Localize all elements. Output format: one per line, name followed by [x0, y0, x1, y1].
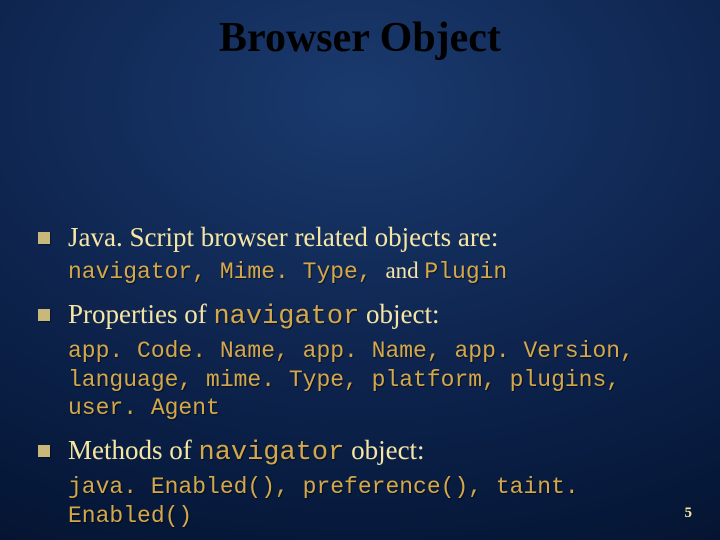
connector-text: and — [385, 258, 424, 283]
bullet-sub-text: navigator, Mime. Type, and Plugin — [68, 257, 692, 287]
square-bullet-icon — [38, 232, 50, 244]
square-bullet-icon — [38, 445, 50, 457]
text-fragment: Methods of — [68, 435, 199, 465]
code-text: navigator — [213, 302, 359, 332]
bullet-item: Methods of navigator object: — [38, 433, 692, 471]
text-fragment: object: — [359, 299, 439, 329]
bullet-item: Java. Script browser related objects are… — [38, 220, 692, 255]
code-text: Plugin — [424, 259, 507, 285]
bullet-sub-text: java. Enabled(), preference(), taint. En… — [68, 473, 692, 531]
slide-title: Browser Object — [0, 0, 720, 62]
code-text: navigator — [199, 438, 345, 468]
bullet-text: Java. Script browser related objects are… — [68, 220, 498, 255]
code-text: navigator, Mime. Type, — [68, 259, 385, 285]
bullet-text: Methods of navigator object: — [68, 433, 425, 471]
bullet-text: Properties of navigator object: — [68, 297, 440, 335]
bullet-sub-text: app. Code. Name, app. Name, app. Version… — [68, 337, 692, 423]
bullet-item: Properties of navigator object: — [38, 297, 692, 335]
slide-number: 5 — [685, 505, 693, 522]
slide-content: Java. Script browser related objects are… — [38, 220, 692, 540]
text-fragment: Properties of — [68, 299, 213, 329]
square-bullet-icon — [38, 309, 50, 321]
text-fragment: object: — [344, 435, 424, 465]
